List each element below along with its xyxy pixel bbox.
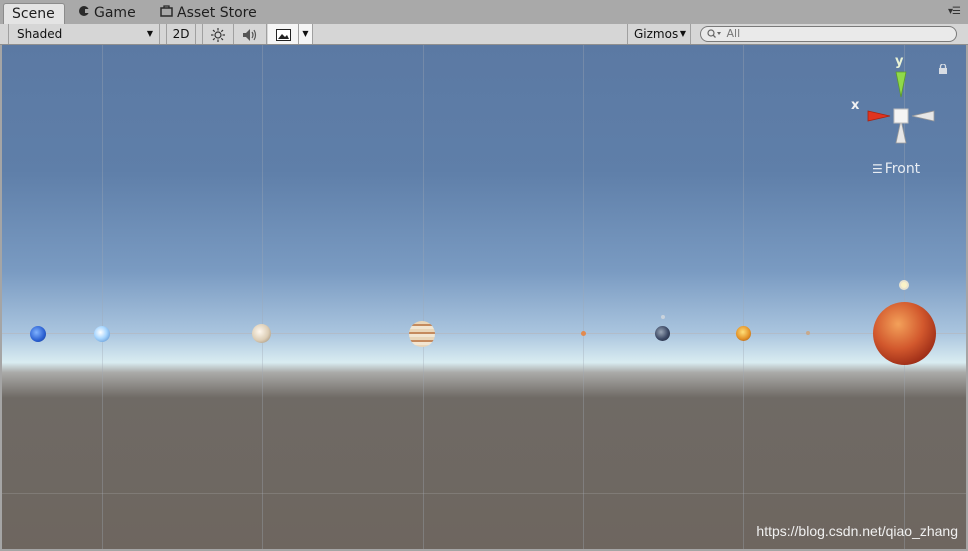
x-axis-arrow bbox=[867, 110, 891, 122]
orientation-gizmo[interactable] bbox=[848, 55, 966, 155]
toggle-2d-label: 2D bbox=[172, 27, 190, 41]
planet-moon[interactable] bbox=[661, 315, 665, 319]
shading-mode-label: Shaded bbox=[17, 27, 63, 41]
store-icon bbox=[160, 3, 173, 23]
tab-asset-store[interactable]: Asset Store bbox=[160, 3, 270, 24]
menu-icon: ☰ bbox=[872, 162, 883, 176]
view-mode-label[interactable]: ☰ Front bbox=[872, 161, 920, 177]
shading-mode-dropdown[interactable]: Shaded ▼ bbox=[8, 24, 160, 44]
window-menu-icon[interactable]: ▾☰ bbox=[948, 6, 961, 17]
game-icon bbox=[78, 3, 90, 23]
scene-viewport[interactable]: y x ☰ Front https://blog.csdn.net/qiao_zh… bbox=[2, 45, 966, 549]
scene-toolbar: Shaded ▼ 2D ▼ Gizmos ▼ All bbox=[0, 24, 968, 45]
speaker-icon bbox=[242, 27, 258, 41]
axis-y-label: y bbox=[895, 54, 904, 69]
planet-jupiter[interactable] bbox=[409, 321, 435, 347]
tab-bar: Scene Game Asset Store ▾☰ bbox=[0, 0, 968, 25]
gizmos-label: Gizmos bbox=[634, 27, 679, 41]
search-icon bbox=[707, 27, 727, 40]
gizmos-dropdown[interactable]: Gizmos ▼ bbox=[627, 24, 691, 44]
neg-x-axis-arrow bbox=[911, 110, 935, 122]
planet-saturn[interactable] bbox=[252, 324, 271, 343]
planet-mercury[interactable] bbox=[806, 331, 810, 335]
tab-game-label: Game bbox=[94, 5, 136, 21]
planet-earth[interactable] bbox=[655, 326, 670, 341]
view-mode-text: Front bbox=[884, 161, 921, 177]
planet-neptune[interactable] bbox=[30, 326, 46, 342]
grid-line bbox=[2, 493, 966, 494]
sun-icon bbox=[211, 27, 225, 42]
effects-toggle-button[interactable] bbox=[268, 24, 299, 44]
audio-toggle-button[interactable] bbox=[234, 24, 267, 44]
chevron-down-icon: ▼ bbox=[679, 29, 686, 38]
lighting-toggle-button[interactable] bbox=[202, 24, 234, 44]
image-icon bbox=[275, 27, 291, 41]
tab-game[interactable]: Game bbox=[78, 3, 148, 24]
sun-object[interactable] bbox=[873, 302, 936, 365]
planet-mars[interactable] bbox=[581, 331, 586, 336]
center-cube bbox=[893, 108, 909, 124]
watermark-text: https://blog.csdn.net/qiao_zhang bbox=[756, 523, 958, 539]
planet-venus[interactable] bbox=[736, 326, 751, 341]
lock-icon[interactable] bbox=[938, 59, 948, 74]
search-input[interactable]: All bbox=[700, 26, 957, 42]
toggle-2d-button[interactable]: 2D bbox=[166, 24, 196, 44]
search-placeholder: All bbox=[726, 27, 741, 40]
chevron-down-icon: ▼ bbox=[146, 29, 153, 38]
orbit-line bbox=[2, 333, 966, 334]
grid-line bbox=[262, 45, 263, 549]
tab-scene-label: Scene bbox=[12, 6, 55, 22]
grid-line bbox=[102, 45, 103, 549]
tab-asset-store-label: Asset Store bbox=[177, 5, 257, 21]
planet-uranus[interactable] bbox=[94, 326, 110, 342]
tab-scene[interactable]: Scene bbox=[3, 3, 65, 24]
light-gizmo-icon[interactable] bbox=[899, 280, 909, 290]
axis-x-label: x bbox=[851, 98, 860, 113]
grid-line bbox=[423, 45, 424, 549]
grid-line bbox=[583, 45, 584, 549]
grid-line bbox=[743, 45, 744, 549]
effects-dropdown[interactable]: ▼ bbox=[299, 24, 313, 44]
y-axis-arrow bbox=[895, 71, 907, 98]
